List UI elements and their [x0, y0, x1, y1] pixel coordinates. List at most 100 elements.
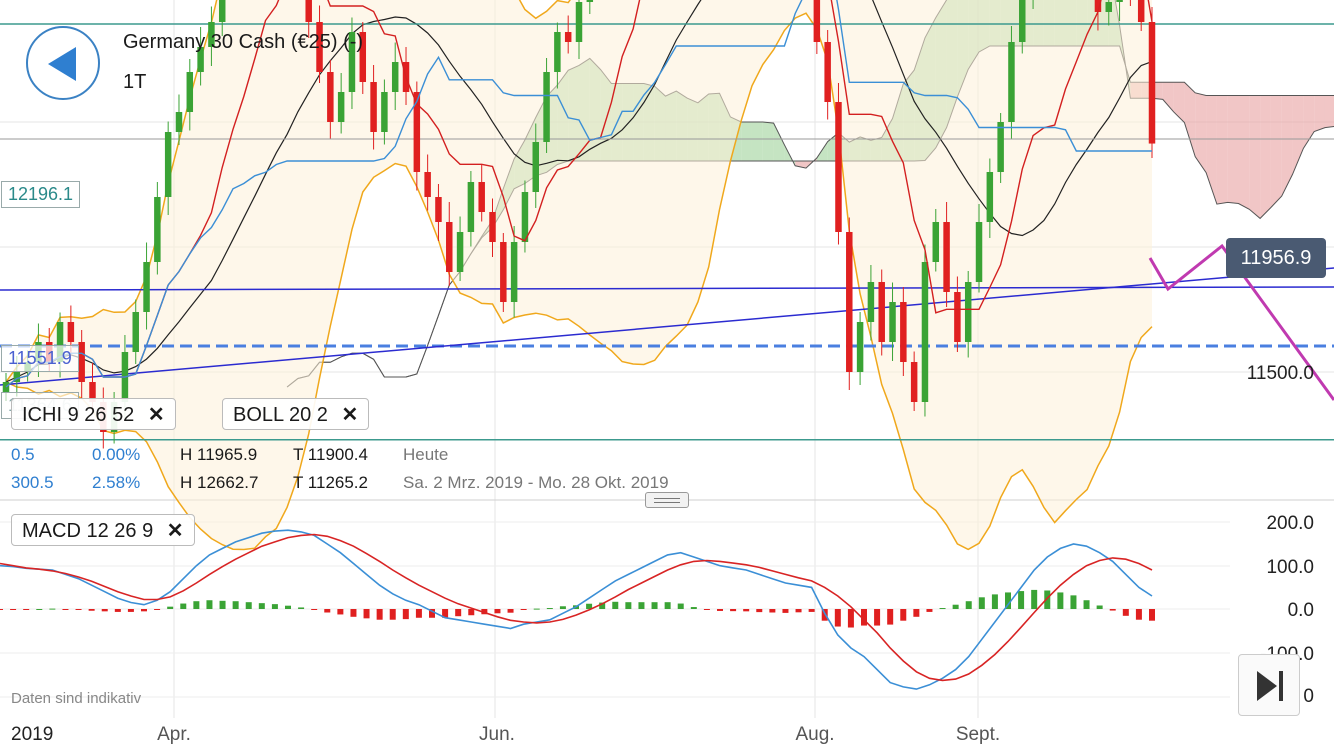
macd-histogram-bar: [23, 609, 30, 610]
macd-histogram-bar: [952, 604, 959, 609]
macd-y-tick-label: 100.0: [1266, 557, 1314, 578]
macd-histogram-bar: [245, 602, 252, 609]
macd-histogram-bar: [219, 600, 226, 609]
jump-to-end-button[interactable]: [1238, 654, 1300, 716]
boll-p1: 20: [288, 404, 312, 426]
candle-body: [532, 142, 539, 192]
candle-body: [846, 232, 853, 372]
candle-body: [813, 0, 821, 42]
candle-body: [391, 62, 399, 92]
y-tick-label: 11500.0: [1247, 363, 1314, 384]
ichi-p3: 52: [112, 404, 135, 426]
boll-chip[interactable]: BOLL 20 2 ✕: [222, 398, 370, 430]
macd-histogram-bar: [468, 609, 475, 616]
stat-change-today: 0.5: [11, 445, 35, 464]
macd-histogram-bar: [101, 609, 108, 612]
macd-chip[interactable]: MACD 12 26 9 ✕: [11, 514, 195, 546]
instrument-title: Germany 30 Cash (€25) (-): [123, 31, 364, 53]
candle-body: [467, 182, 475, 232]
macd-histogram-bar: [677, 603, 684, 609]
candle-body: [381, 92, 388, 132]
close-icon[interactable]: ✕: [341, 404, 358, 426]
macd-histogram-bar: [75, 609, 82, 610]
level-tag-2: 11551.9: [1, 345, 79, 372]
stat-high-range: H 12662.7: [180, 473, 259, 492]
macd-histogram-bar: [455, 609, 462, 617]
ichi-chip[interactable]: ICHI 9 26 52 ✕: [11, 398, 176, 430]
candle-body: [586, 0, 594, 2]
macd-histogram-bar: [36, 609, 43, 610]
cloud-segment: [1195, 92, 1207, 173]
candle-body: [1116, 0, 1123, 2]
candle-body: [1137, 0, 1145, 22]
candle-body: [186, 72, 194, 112]
macd-name: MACD: [22, 520, 81, 542]
macd-histogram-bar: [1070, 595, 1077, 609]
candle-body: [1148, 22, 1156, 144]
stat-low-range: T 11265.2: [293, 473, 368, 492]
candle-body: [975, 222, 983, 282]
macd-histogram-bar: [939, 608, 946, 610]
macd-histogram-bar: [808, 609, 815, 612]
macd-histogram-bar: [1096, 605, 1103, 609]
candle-body: [575, 2, 583, 42]
stat-period-today: Heute: [403, 445, 449, 464]
close-icon[interactable]: ✕: [167, 520, 184, 542]
macd-histogram-bar: [546, 608, 553, 610]
candle-body: [543, 72, 550, 142]
candle-body: [954, 292, 961, 342]
macd-histogram-bar: [965, 601, 972, 609]
close-icon[interactable]: ✕: [148, 404, 165, 426]
candle-body: [164, 132, 172, 197]
stat-high-today: H 11965.9: [180, 445, 258, 464]
macd-histogram-bar: [350, 609, 357, 617]
boll-p2: 2: [316, 404, 328, 426]
candle-body: [943, 222, 950, 292]
macd-histogram-bar: [376, 609, 383, 620]
macd-panel: [0, 529, 1155, 690]
macd-histogram-bar: [978, 597, 985, 609]
skip-end-icon: [1257, 671, 1277, 701]
macd-y-tick-label: 0.0: [1288, 600, 1314, 621]
chart-canvas[interactable]: SKS 12500.011500.0200.0100.00.0-100.0020…: [0, 0, 1334, 750]
macd-histogram-bar: [795, 609, 802, 613]
macd-histogram-bar: [926, 609, 933, 612]
back-button[interactable]: [26, 26, 100, 100]
macd-histogram-bar: [62, 609, 69, 610]
macd-histogram-bar: [402, 609, 409, 620]
x-tick-label: Sept.: [956, 724, 1000, 745]
ichi-name: ICHI: [22, 404, 62, 426]
candle-body: [327, 72, 334, 122]
macd-histogram-bar: [533, 608, 540, 610]
macd-histogram-bar: [88, 609, 95, 611]
stat-change-range: 300.5: [11, 473, 54, 492]
macd-histogram-bar: [507, 609, 514, 613]
candle-body: [435, 197, 442, 222]
macd-histogram-bar: [1122, 609, 1129, 616]
ichi-p1: 9: [67, 404, 79, 426]
macd-histogram-bar: [730, 609, 737, 612]
macd-p2: 26: [114, 520, 137, 542]
cloud-segment: [1260, 95, 1271, 219]
panel-resize-handle[interactable]: [645, 492, 689, 508]
macd-histogram-bar: [167, 606, 174, 609]
macd-y-tick-label: 200.0: [1266, 513, 1314, 534]
interval-label[interactable]: 1T: [123, 71, 146, 94]
candle-body: [370, 82, 377, 132]
macd-histogram-bar: [494, 609, 501, 614]
candle-body: [835, 102, 842, 232]
candle-body: [478, 182, 485, 212]
cloud-segment: [1227, 95, 1239, 204]
macd-histogram-bar: [141, 609, 147, 612]
macd-histogram-bar: [651, 602, 658, 609]
cloud-segment: [1249, 95, 1261, 219]
macd-histogram-bar: [1109, 609, 1116, 611]
x-tick-label: Aug.: [795, 724, 834, 745]
macd-histogram-bar: [206, 600, 213, 609]
macd-histogram-bar: [756, 609, 763, 613]
candle-body: [910, 362, 918, 402]
cloud-segment: [1173, 82, 1185, 123]
macd-histogram-bar: [337, 609, 344, 615]
candle-body: [305, 0, 312, 22]
cloud-segment: [1162, 82, 1174, 112]
